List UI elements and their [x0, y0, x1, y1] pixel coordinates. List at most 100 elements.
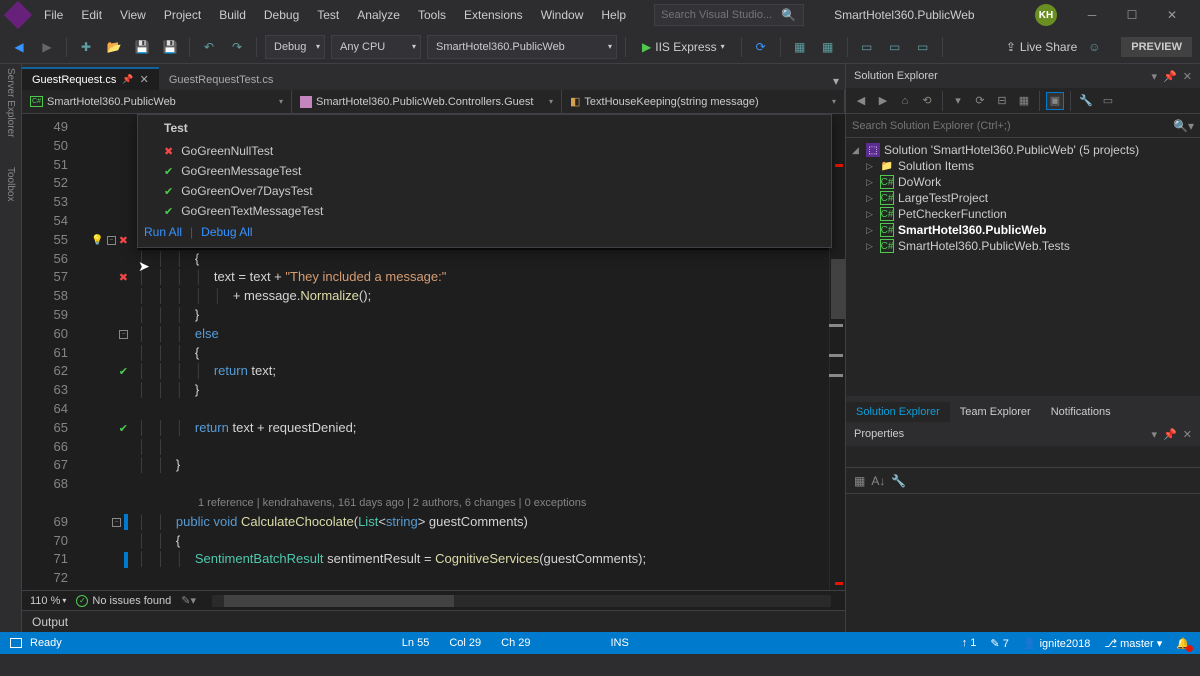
menu-test[interactable]: Test — [309, 4, 347, 26]
test-row[interactable]: ✖GoGreenNullTest — [138, 141, 831, 161]
menu-view[interactable]: View — [112, 4, 154, 26]
new-item-icon[interactable]: ✚ — [75, 36, 97, 58]
pin-icon[interactable]: 📌 — [1163, 70, 1177, 83]
close-icon[interactable]: ✕ — [1183, 70, 1192, 83]
tool-icon[interactable]: ▦ — [789, 36, 811, 58]
solution-root[interactable]: ◢ ⬚ Solution 'SmartHotel360.PublicWeb' (… — [846, 142, 1200, 158]
menu-project[interactable]: Project — [156, 4, 209, 26]
menu-edit[interactable]: Edit — [73, 4, 110, 26]
test-row[interactable]: ✔GoGreenMessageTest — [138, 161, 831, 181]
solution-search[interactable]: 🔍▾ — [846, 114, 1200, 138]
close-icon[interactable]: ✕ — [140, 73, 149, 86]
expand-icon[interactable]: ▷ — [866, 209, 876, 220]
tab-guestrequesttest[interactable]: GuestRequestTest.cs — [159, 70, 284, 90]
undo-icon[interactable]: ↶ — [198, 36, 220, 58]
search-input[interactable] — [661, 9, 781, 21]
output-panel-tab[interactable]: Output — [22, 610, 845, 632]
solution-search-input[interactable] — [852, 120, 1173, 132]
chevron-down-icon[interactable]: ▾ — [1152, 428, 1158, 441]
props-combo[interactable] — [846, 446, 1200, 468]
wrench-icon[interactable]: 🔧 — [1077, 92, 1095, 110]
scroll-thumb[interactable] — [224, 595, 454, 607]
test-row[interactable]: ✔GoGreenOver7DaysTest — [138, 181, 831, 201]
fail-icon[interactable]: ✖ — [119, 234, 128, 247]
expand-icon[interactable]: ▷ — [866, 193, 876, 204]
show-all-icon[interactable]: ▦ — [1015, 92, 1033, 110]
tree-item[interactable]: ▷C#SmartHotel360.PublicWeb.Tests — [846, 238, 1200, 254]
tab-solution-explorer[interactable]: Solution Explorer — [846, 402, 950, 422]
menu-help[interactable]: Help — [593, 4, 634, 26]
zoom-dropdown[interactable]: 110 %▾ — [30, 595, 66, 607]
refresh-icon[interactable]: ⟳ — [971, 92, 989, 110]
menu-window[interactable]: Window — [533, 4, 592, 26]
wrench-icon[interactable]: 🔧 — [891, 474, 906, 488]
fold-icon[interactable]: − — [107, 236, 116, 245]
tree-item[interactable]: ▷📁Solution Items — [846, 158, 1200, 174]
tree-item[interactable]: ▷C#LargeTestProject — [846, 190, 1200, 206]
scroll-thumb[interactable] — [831, 259, 845, 319]
feedback-icon[interactable]: ☺ — [1083, 36, 1105, 58]
pin-icon[interactable]: 📌 — [1163, 428, 1177, 441]
search-icon[interactable]: 🔍 — [781, 8, 796, 22]
categorize-icon[interactable]: ▦ — [854, 474, 865, 488]
pass-icon[interactable]: ✔ — [119, 422, 128, 435]
menu-extensions[interactable]: Extensions — [456, 4, 531, 26]
fold-icon[interactable]: − — [119, 330, 128, 339]
tool-icon[interactable]: ▦ — [817, 36, 839, 58]
tool-icon[interactable]: ▭ — [1099, 92, 1117, 110]
tab-guestrequest[interactable]: GuestRequest.cs 📌 ✕ — [22, 67, 159, 90]
tool-icon[interactable]: ▭ — [856, 36, 878, 58]
expand-icon[interactable]: ▷ — [866, 225, 876, 236]
lightbulb-icon[interactable]: 💡 — [91, 235, 103, 246]
tree-item[interactable]: ▷C#PetCheckerFunction — [846, 206, 1200, 222]
pending-edits[interactable]: ✎ 7 — [990, 637, 1008, 650]
platform-dropdown[interactable]: Any CPU — [331, 35, 421, 59]
run-button[interactable]: ▶ IIS Express ▾ — [634, 38, 733, 56]
no-issues-indicator[interactable]: ✓ No issues found — [76, 595, 171, 607]
pin-icon[interactable]: 📌 — [122, 74, 133, 85]
save-icon[interactable]: 💾 — [131, 36, 153, 58]
branch-indicator[interactable]: ⎇ master ▾ — [1104, 637, 1162, 650]
user-indicator[interactable]: 👤 ignite2018 — [1023, 637, 1091, 650]
menu-file[interactable]: File — [36, 4, 71, 26]
expand-icon[interactable]: ▷ — [866, 241, 876, 252]
chevron-down-icon[interactable]: ▾ — [1152, 70, 1158, 83]
menu-tools[interactable]: Tools — [410, 4, 454, 26]
maximize-button[interactable]: ☐ — [1112, 0, 1152, 30]
tree-item[interactable]: ▷C#SmartHotel360.PublicWeb — [846, 222, 1200, 238]
startup-dropdown[interactable]: SmartHotel360.PublicWeb — [427, 35, 617, 59]
tool-icon[interactable]: ▾ — [949, 92, 967, 110]
tab-notifications[interactable]: Notifications — [1041, 402, 1121, 422]
properties-icon[interactable]: ▣ — [1046, 92, 1064, 110]
user-avatar[interactable]: KH — [1035, 4, 1057, 26]
expand-icon[interactable]: ◢ — [852, 145, 862, 156]
publish-icon[interactable]: ↑ 1 — [962, 637, 977, 649]
quick-launch[interactable]: 🔍 — [654, 4, 804, 26]
run-all-link[interactable]: Run All — [144, 225, 182, 239]
collapse-icon[interactable]: ⊟ — [993, 92, 1011, 110]
test-row[interactable]: ✔GoGreenTextMessageTest — [138, 201, 831, 221]
error-marker[interactable] — [835, 582, 843, 585]
back-icon[interactable]: ◀ — [852, 92, 870, 110]
live-share-button[interactable]: ⇪ Live Share — [1006, 40, 1077, 54]
server-explorer-tab[interactable]: Server Explorer — [5, 68, 16, 137]
minimize-button[interactable]: ─ — [1072, 0, 1112, 30]
error-marker[interactable] — [835, 164, 843, 167]
nav-class-dropdown[interactable]: SmartHotel360.PublicWeb.Controllers.Gues… — [292, 90, 562, 113]
toolbox-tab[interactable]: Toolbox — [5, 167, 16, 201]
tab-overflow-icon[interactable]: ▾ — [827, 72, 845, 90]
close-button[interactable]: ✕ — [1152, 0, 1192, 30]
config-dropdown[interactable]: Debug — [265, 35, 325, 59]
nav-back-icon[interactable]: ◀ — [8, 36, 30, 58]
save-all-icon[interactable]: 💾 — [159, 36, 181, 58]
tool-icon[interactable]: ▭ — [884, 36, 906, 58]
preview-button[interactable]: PREVIEW — [1121, 37, 1192, 57]
menu-build[interactable]: Build — [211, 4, 254, 26]
refresh-icon[interactable]: ⟳ — [750, 36, 772, 58]
nav-project-dropdown[interactable]: C# SmartHotel360.PublicWeb — [22, 90, 292, 113]
redo-icon[interactable]: ↷ — [226, 36, 248, 58]
debug-all-link[interactable]: Debug All — [201, 225, 252, 239]
notifications-icon[interactable]: 🔔 — [1176, 637, 1190, 650]
codelens[interactable]: 1 reference | kendrahavens, 161 days ago… — [138, 494, 829, 513]
open-icon[interactable]: 📂 — [103, 36, 125, 58]
